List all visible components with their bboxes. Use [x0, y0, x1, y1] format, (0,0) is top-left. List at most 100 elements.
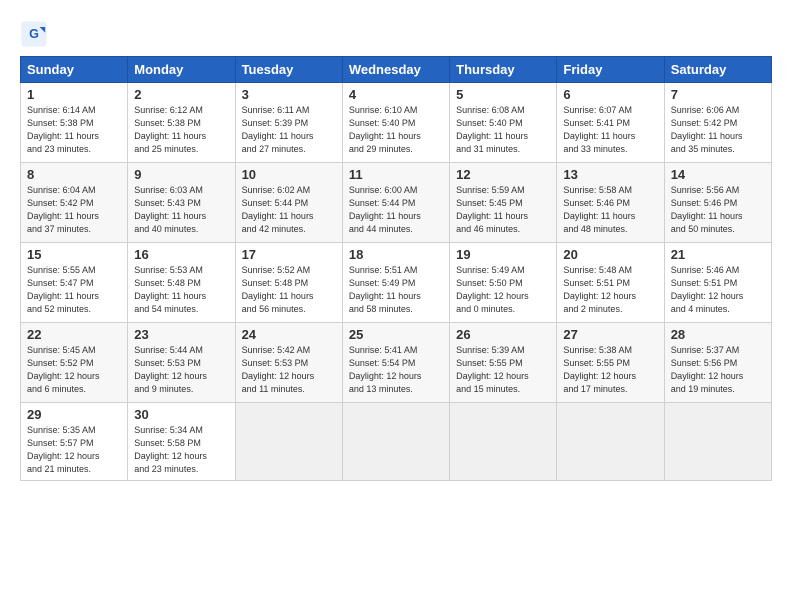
day-info: Sunrise: 6:03 AMSunset: 5:43 PMDaylight:… — [134, 184, 228, 236]
calendar-week-row: 8 Sunrise: 6:04 AMSunset: 5:42 PMDaylight… — [21, 163, 772, 243]
day-info: Sunrise: 5:35 AMSunset: 5:57 PMDaylight:… — [27, 424, 121, 476]
day-number: 9 — [134, 167, 228, 182]
day-number: 23 — [134, 327, 228, 342]
calendar-cell — [557, 403, 664, 481]
calendar-cell: 13 Sunrise: 5:58 AMSunset: 5:46 PMDayligh… — [557, 163, 664, 243]
day-info: Sunrise: 5:59 AMSunset: 5:45 PMDaylight:… — [456, 184, 550, 236]
calendar-cell: 29 Sunrise: 5:35 AMSunset: 5:57 PMDayligh… — [21, 403, 128, 481]
calendar-cell: 17 Sunrise: 5:52 AMSunset: 5:48 PMDayligh… — [235, 243, 342, 323]
day-number: 18 — [349, 247, 443, 262]
day-info: Sunrise: 6:02 AMSunset: 5:44 PMDaylight:… — [242, 184, 336, 236]
day-number: 27 — [563, 327, 657, 342]
day-number: 20 — [563, 247, 657, 262]
calendar-cell: 16 Sunrise: 5:53 AMSunset: 5:48 PMDayligh… — [128, 243, 235, 323]
weekday-header-saturday: Saturday — [664, 57, 771, 83]
calendar-cell: 25Sunrise: 5:41 AMSunset: 5:54 PMDayligh… — [342, 323, 449, 403]
day-number: 8 — [27, 167, 121, 182]
day-info: Sunrise: 5:39 AMSunset: 5:55 PMDaylight:… — [456, 344, 550, 396]
calendar-cell — [342, 403, 449, 481]
day-info: Sunrise: 6:11 AMSunset: 5:39 PMDaylight:… — [242, 104, 336, 156]
calendar-cell: 10 Sunrise: 6:02 AMSunset: 5:44 PMDayligh… — [235, 163, 342, 243]
day-number: 17 — [242, 247, 336, 262]
calendar-cell — [450, 403, 557, 481]
weekday-header-tuesday: Tuesday — [235, 57, 342, 83]
day-number: 5 — [456, 87, 550, 102]
calendar-cell: 20Sunrise: 5:48 AMSunset: 5:51 PMDayligh… — [557, 243, 664, 323]
calendar-cell: 9 Sunrise: 6:03 AMSunset: 5:43 PMDaylight… — [128, 163, 235, 243]
day-info: Sunrise: 6:08 AMSunset: 5:40 PMDaylight:… — [456, 104, 550, 156]
day-number: 11 — [349, 167, 443, 182]
calendar-cell: 5 Sunrise: 6:08 AMSunset: 5:40 PMDaylight… — [450, 83, 557, 163]
logo-icon: G — [20, 20, 48, 48]
calendar-cell: 26 Sunrise: 5:39 AMSunset: 5:55 PMDayligh… — [450, 323, 557, 403]
calendar-week-row: 29 Sunrise: 5:35 AMSunset: 5:57 PMDayligh… — [21, 403, 772, 481]
calendar-table: SundayMondayTuesdayWednesdayThursdayFrid… — [20, 56, 772, 481]
day-info: Sunrise: 5:42 AMSunset: 5:53 PMDaylight:… — [242, 344, 336, 396]
day-number: 2 — [134, 87, 228, 102]
day-info: Sunrise: 6:12 AMSunset: 5:38 PMDaylight:… — [134, 104, 228, 156]
calendar-cell: 12Sunrise: 5:59 AMSunset: 5:45 PMDayligh… — [450, 163, 557, 243]
day-info: Sunrise: 5:41 AMSunset: 5:54 PMDaylight:… — [349, 344, 443, 396]
weekday-header-wednesday: Wednesday — [342, 57, 449, 83]
calendar-cell: 11 Sunrise: 6:00 AMSunset: 5:44 PMDayligh… — [342, 163, 449, 243]
logo: G — [20, 20, 50, 48]
day-info: Sunrise: 5:51 AMSunset: 5:49 PMDaylight:… — [349, 264, 443, 316]
calendar-cell: 1 Sunrise: 6:14 AMSunset: 5:38 PMDaylight… — [21, 83, 128, 163]
day-number: 30 — [134, 407, 228, 422]
day-number: 16 — [134, 247, 228, 262]
day-info: Sunrise: 6:04 AMSunset: 5:42 PMDaylight:… — [27, 184, 121, 236]
calendar-cell: 21 Sunrise: 5:46 AMSunset: 5:51 PMDayligh… — [664, 243, 771, 323]
calendar-cell: 4 Sunrise: 6:10 AMSunset: 5:40 PMDaylight… — [342, 83, 449, 163]
day-number: 28 — [671, 327, 765, 342]
weekday-header-friday: Friday — [557, 57, 664, 83]
day-number: 21 — [671, 247, 765, 262]
day-number: 26 — [456, 327, 550, 342]
calendar-week-row: 22Sunrise: 5:45 AMSunset: 5:52 PMDayligh… — [21, 323, 772, 403]
svg-text:G: G — [29, 27, 39, 41]
day-info: Sunrise: 5:58 AMSunset: 5:46 PMDaylight:… — [563, 184, 657, 236]
day-number: 3 — [242, 87, 336, 102]
page: G SundayMondayTuesdayWednesdayThursdayFr… — [0, 0, 792, 491]
day-number: 29 — [27, 407, 121, 422]
calendar-cell: 18 Sunrise: 5:51 AMSunset: 5:49 PMDayligh… — [342, 243, 449, 323]
calendar-cell: 22Sunrise: 5:45 AMSunset: 5:52 PMDayligh… — [21, 323, 128, 403]
day-info: Sunrise: 6:14 AMSunset: 5:38 PMDaylight:… — [27, 104, 121, 156]
day-number: 19 — [456, 247, 550, 262]
weekday-header-thursday: Thursday — [450, 57, 557, 83]
day-number: 1 — [27, 87, 121, 102]
calendar-cell: 15Sunrise: 5:55 AMSunset: 5:47 PMDayligh… — [21, 243, 128, 323]
day-info: Sunrise: 6:06 AMSunset: 5:42 PMDaylight:… — [671, 104, 765, 156]
day-number: 7 — [671, 87, 765, 102]
calendar-cell: 3 Sunrise: 6:11 AMSunset: 5:39 PMDaylight… — [235, 83, 342, 163]
calendar-cell: 14 Sunrise: 5:56 AMSunset: 5:46 PMDayligh… — [664, 163, 771, 243]
day-info: Sunrise: 5:52 AMSunset: 5:48 PMDaylight:… — [242, 264, 336, 316]
weekday-header-row: SundayMondayTuesdayWednesdayThursdayFrid… — [21, 57, 772, 83]
day-info: Sunrise: 5:37 AMSunset: 5:56 PMDaylight:… — [671, 344, 765, 396]
calendar-cell — [664, 403, 771, 481]
day-number: 24 — [242, 327, 336, 342]
calendar-cell: 19Sunrise: 5:49 AMSunset: 5:50 PMDayligh… — [450, 243, 557, 323]
day-number: 4 — [349, 87, 443, 102]
day-number: 14 — [671, 167, 765, 182]
calendar-cell: 8 Sunrise: 6:04 AMSunset: 5:42 PMDaylight… — [21, 163, 128, 243]
calendar-cell: 7 Sunrise: 6:06 AMSunset: 5:42 PMDaylight… — [664, 83, 771, 163]
day-info: Sunrise: 5:45 AMSunset: 5:52 PMDaylight:… — [27, 344, 121, 396]
calendar-cell: 6Sunrise: 6:07 AMSunset: 5:41 PMDaylight… — [557, 83, 664, 163]
calendar-cell: 24 Sunrise: 5:42 AMSunset: 5:53 PMDayligh… — [235, 323, 342, 403]
day-number: 13 — [563, 167, 657, 182]
calendar-cell: 2 Sunrise: 6:12 AMSunset: 5:38 PMDaylight… — [128, 83, 235, 163]
calendar-cell: 23 Sunrise: 5:44 AMSunset: 5:53 PMDayligh… — [128, 323, 235, 403]
day-info: Sunrise: 5:44 AMSunset: 5:53 PMDaylight:… — [134, 344, 228, 396]
calendar-cell: 30Sunrise: 5:34 AMSunset: 5:58 PMDayligh… — [128, 403, 235, 481]
day-info: Sunrise: 5:56 AMSunset: 5:46 PMDaylight:… — [671, 184, 765, 236]
day-info: Sunrise: 6:00 AMSunset: 5:44 PMDaylight:… — [349, 184, 443, 236]
calendar-week-row: 15Sunrise: 5:55 AMSunset: 5:47 PMDayligh… — [21, 243, 772, 323]
calendar-cell — [235, 403, 342, 481]
day-info: Sunrise: 5:38 AMSunset: 5:55 PMDaylight:… — [563, 344, 657, 396]
weekday-header-monday: Monday — [128, 57, 235, 83]
day-number: 10 — [242, 167, 336, 182]
day-info: Sunrise: 6:10 AMSunset: 5:40 PMDaylight:… — [349, 104, 443, 156]
day-info: Sunrise: 5:46 AMSunset: 5:51 PMDaylight:… — [671, 264, 765, 316]
day-info: Sunrise: 5:53 AMSunset: 5:48 PMDaylight:… — [134, 264, 228, 316]
calendar-cell: 28 Sunrise: 5:37 AMSunset: 5:56 PMDayligh… — [664, 323, 771, 403]
